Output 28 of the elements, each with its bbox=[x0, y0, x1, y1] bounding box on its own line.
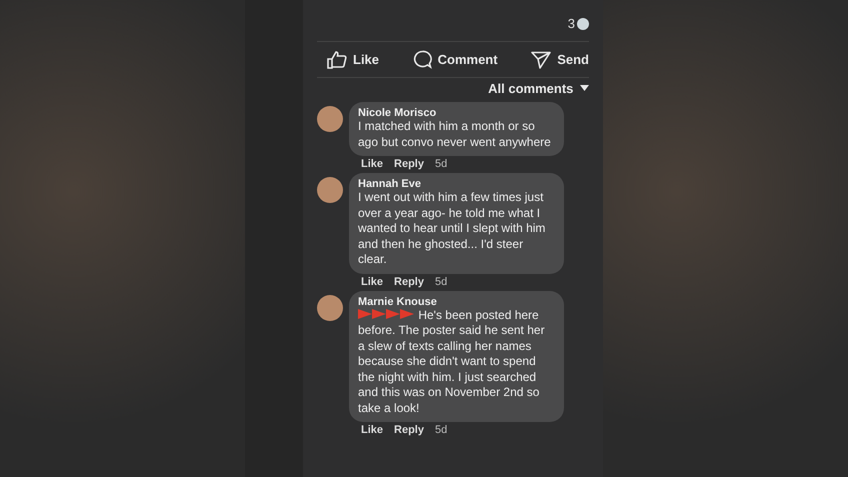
comment-time: 5d bbox=[434, 424, 448, 436]
like-button[interactable]: Like bbox=[327, 50, 380, 69]
avatar bbox=[317, 177, 343, 203]
avatar bbox=[317, 106, 343, 132]
comment-count: 3 bbox=[568, 16, 575, 31]
thumbs-up-icon bbox=[327, 50, 347, 68]
speech-bubble-icon bbox=[412, 50, 432, 69]
comment-time: 5d bbox=[434, 158, 448, 170]
comment-bubble-icon bbox=[577, 18, 589, 30]
caret-icon bbox=[580, 85, 589, 91]
comment-text: He's been posted here before. The poster said he sent her a slew of texts calling her names because she didn't want to spend the night with him. I just searched and this was on November 2nd so take a look! bbox=[358, 308, 545, 414]
send-icon bbox=[531, 50, 552, 68]
reply-link[interactable]: Reply bbox=[394, 158, 424, 170]
like-link[interactable]: Like bbox=[361, 424, 384, 436]
like-link[interactable]: Like bbox=[361, 276, 384, 288]
send-button[interactable]: Send bbox=[531, 50, 589, 69]
comment-author: Marnie Knouse bbox=[358, 296, 438, 308]
comment-button[interactable]: Comment bbox=[412, 50, 498, 69]
sort-dropdown[interactable]: All comments bbox=[488, 81, 589, 96]
comment-text: I matched with him a month or so ago but convo never went anywhere bbox=[358, 119, 551, 148]
comment-time: 5d bbox=[434, 276, 448, 288]
like-link[interactable]: Like bbox=[361, 158, 384, 170]
reply-link[interactable]: Reply bbox=[394, 276, 424, 288]
comment-author: Hannah Eve bbox=[358, 178, 422, 190]
avatar bbox=[317, 294, 343, 320]
comment-text: I went out with him a few times just over a year ago- he told me what I wanted to hear until I slept with him and then he ghosted... I'd steer clear. bbox=[358, 190, 546, 266]
reply-link[interactable]: Reply bbox=[394, 424, 424, 436]
comment-author: Nicole Morisco bbox=[358, 107, 438, 119]
